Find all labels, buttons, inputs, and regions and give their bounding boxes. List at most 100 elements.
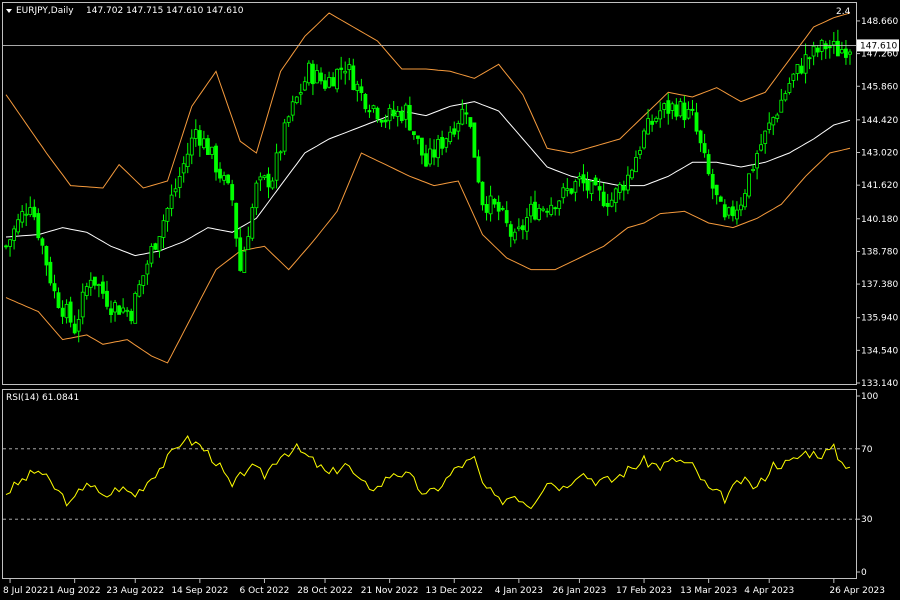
candle-body bbox=[848, 51, 852, 55]
candle-body bbox=[8, 239, 13, 247]
candle-body bbox=[359, 86, 364, 94]
candle-body bbox=[561, 187, 566, 199]
candle-body bbox=[387, 108, 392, 122]
candle-body bbox=[525, 217, 529, 232]
corner-glyph: 2.4 bbox=[836, 7, 851, 17]
candle-body bbox=[500, 207, 505, 210]
candle-body bbox=[20, 211, 25, 223]
candle-body bbox=[686, 109, 691, 119]
candle-body bbox=[145, 263, 150, 275]
candle-body bbox=[460, 108, 465, 125]
candle-body bbox=[270, 180, 275, 189]
candle-body bbox=[32, 206, 37, 218]
candle-body bbox=[290, 101, 295, 116]
candle-body bbox=[403, 104, 408, 120]
candle-body bbox=[508, 224, 513, 237]
candle-body bbox=[799, 65, 804, 74]
candle-body bbox=[286, 116, 291, 123]
time-tick-label: 23 Aug 2022 bbox=[106, 586, 164, 596]
candle bbox=[335, 68, 340, 93]
candle-body bbox=[743, 193, 747, 208]
candle-body bbox=[105, 290, 109, 307]
candle-body bbox=[60, 307, 65, 317]
candle-body bbox=[52, 283, 57, 292]
candle-body bbox=[803, 54, 808, 74]
price-tick-label: 138.780 bbox=[861, 247, 898, 257]
rsi-label: RSI(14) 61.0841 bbox=[6, 393, 79, 403]
candle-body bbox=[282, 122, 287, 152]
candle-body bbox=[605, 202, 610, 207]
candle-body bbox=[230, 184, 235, 201]
candle-body bbox=[424, 153, 428, 167]
candle-body bbox=[323, 80, 327, 89]
candle-body bbox=[113, 302, 117, 313]
time-tick-label: 6 Oct 2022 bbox=[239, 586, 289, 596]
candle-body bbox=[193, 129, 198, 139]
candle bbox=[472, 122, 477, 158]
candle-body bbox=[678, 101, 683, 117]
price-tick-label: 145.860 bbox=[861, 82, 898, 92]
candle bbox=[306, 60, 311, 86]
candle-body bbox=[177, 175, 182, 188]
candle-body bbox=[601, 191, 606, 207]
candle-body bbox=[783, 93, 788, 101]
candle-body bbox=[836, 40, 840, 57]
candle-body bbox=[36, 213, 41, 239]
candle bbox=[747, 173, 751, 199]
candle-body bbox=[787, 83, 792, 93]
candle bbox=[153, 242, 158, 251]
candle bbox=[133, 291, 138, 324]
candle-body bbox=[367, 110, 372, 113]
candle-body bbox=[379, 119, 384, 123]
candle-body bbox=[537, 207, 541, 220]
candle-body bbox=[80, 291, 85, 318]
candle-body bbox=[840, 49, 844, 54]
candle-body bbox=[714, 184, 719, 196]
time-tick-label: 4 Jan 2023 bbox=[495, 586, 543, 596]
candle-body bbox=[517, 226, 521, 230]
candle-body bbox=[254, 182, 259, 209]
candle-body bbox=[630, 169, 634, 179]
candle-body bbox=[157, 236, 162, 252]
candle-body bbox=[173, 188, 178, 193]
candle-body bbox=[634, 156, 638, 173]
candle-body bbox=[4, 245, 8, 248]
candle-body bbox=[585, 179, 590, 191]
candle-body bbox=[298, 92, 303, 95]
candle-body bbox=[234, 202, 239, 239]
candle-body bbox=[662, 103, 667, 110]
rsi-tick-label: 70 bbox=[861, 445, 873, 455]
time-tick-label: 13 Dec 2022 bbox=[425, 586, 483, 596]
candle-body bbox=[93, 276, 97, 286]
candle-body bbox=[448, 131, 453, 142]
candle-body bbox=[121, 307, 125, 313]
candle-body bbox=[512, 231, 517, 241]
candle-body bbox=[125, 309, 130, 312]
candle-body bbox=[24, 213, 29, 216]
candle-body bbox=[642, 130, 646, 149]
candle-body bbox=[415, 135, 420, 139]
price-tick-label: 135.940 bbox=[861, 314, 898, 324]
candle-body bbox=[690, 108, 695, 111]
candle-body bbox=[654, 117, 659, 122]
candle-body bbox=[621, 185, 626, 191]
candle-body bbox=[44, 245, 49, 266]
candle-body bbox=[371, 105, 376, 109]
candle-body bbox=[472, 122, 477, 158]
candle-body bbox=[726, 207, 731, 216]
candle-body bbox=[165, 207, 170, 222]
candle-body bbox=[274, 152, 279, 181]
candle-body bbox=[310, 63, 315, 85]
candle-body bbox=[56, 292, 61, 309]
candle-body bbox=[807, 57, 812, 60]
candle-body bbox=[731, 206, 735, 217]
candle-body bbox=[771, 117, 776, 126]
candle-body bbox=[593, 177, 598, 186]
candle-body bbox=[674, 104, 679, 117]
candle-body bbox=[666, 100, 671, 114]
candle-body bbox=[722, 204, 727, 218]
candle-body bbox=[456, 123, 461, 132]
candle bbox=[226, 174, 231, 185]
candle-body bbox=[698, 130, 703, 144]
candle-body bbox=[545, 210, 549, 213]
